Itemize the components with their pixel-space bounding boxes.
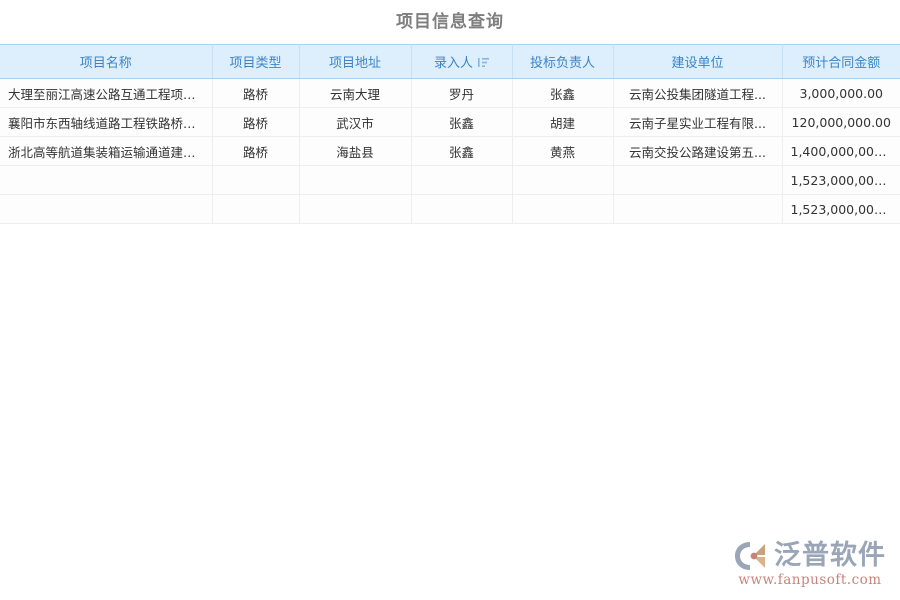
cell-total-amount: 1,523,000,000.00 <box>782 195 900 224</box>
column-header-label: 预计合同金额 <box>802 52 880 71</box>
page-title: 项目信息查询 <box>0 0 900 44</box>
cell-project-address: 武汉市 <box>299 108 411 137</box>
cell-estimated-contract-amount: 3,000,000.00 <box>782 79 900 108</box>
cell-entry-person <box>411 195 512 224</box>
project-info-table: 项目名称 项目类型 项目地址 录入人 <box>0 44 900 224</box>
cell-project-address <box>299 195 411 224</box>
column-header-label: 建设单位 <box>671 52 723 71</box>
cell-bid-manager[interactable]: 张鑫 <box>512 79 613 108</box>
column-header-project-name[interactable]: 项目名称 <box>0 45 212 79</box>
cell-project-name[interactable]: 大理至丽江高速公路互通工程项目土 <box>0 79 212 108</box>
column-header-label: 录入人 <box>434 52 473 71</box>
column-header-estimated-contract-amount[interactable]: 预计合同金额 <box>782 45 900 79</box>
cell-construction-unit <box>613 195 782 224</box>
cell-project-type: 路桥 <box>212 108 299 137</box>
cell-construction-unit: 云南公投集团隧道工程... <box>613 79 782 108</box>
column-header-label: 项目名称 <box>80 52 132 71</box>
cell-project-name[interactable]: 浙北高等航道集装箱运输通道建设工 <box>0 137 212 166</box>
cell-estimated-contract-amount: 120,000,000.00 <box>782 108 900 137</box>
cell-bid-manager[interactable]: 胡建 <box>512 108 613 137</box>
brand-logo-row: 泛普软件 <box>734 541 886 571</box>
column-header-construction-unit[interactable]: 建设单位 <box>613 45 782 79</box>
cell-project-name <box>0 195 212 224</box>
cell-project-type: 路桥 <box>212 79 299 108</box>
cell-entry-person[interactable]: 罗丹 <box>411 79 512 108</box>
cell-total-amount: 1,523,000,000.00 <box>782 166 900 195</box>
table-summary-row: 1,523,000,000.00 <box>0 195 900 224</box>
cell-bid-manager[interactable]: 黄燕 <box>512 137 613 166</box>
cell-construction-unit: 云南交投公路建设第五... <box>613 137 782 166</box>
fanpu-logo-icon <box>734 541 768 571</box>
cell-construction-unit: 云南子星实业工程有限... <box>613 108 782 137</box>
cell-project-name[interactable]: 襄阳市东西轴线道路工程铁路桥段的 <box>0 108 212 137</box>
table-body: 大理至丽江高速公路互通工程项目土 路桥 云南大理 罗丹 张鑫 云南公投集团隧道工… <box>0 79 900 224</box>
cell-estimated-contract-amount: 1,400,000,000.00 <box>782 137 900 166</box>
cell-entry-person <box>411 166 512 195</box>
cell-project-type: 路桥 <box>212 137 299 166</box>
cell-project-name <box>0 166 212 195</box>
table-row[interactable]: 大理至丽江高速公路互通工程项目土 路桥 云南大理 罗丹 张鑫 云南公投集团隧道工… <box>0 79 900 108</box>
cell-project-type <box>212 195 299 224</box>
column-header-project-type[interactable]: 项目类型 <box>212 45 299 79</box>
cell-entry-person[interactable]: 张鑫 <box>411 137 512 166</box>
cell-construction-unit <box>613 166 782 195</box>
cell-entry-person[interactable]: 张鑫 <box>411 108 512 137</box>
cell-project-address <box>299 166 411 195</box>
column-header-label: 项目类型 <box>229 52 281 71</box>
brand-watermark: 泛普软件 www.fanpusoft.com <box>734 541 886 588</box>
cell-bid-manager <box>512 166 613 195</box>
column-header-label: 投标负责人 <box>530 52 595 71</box>
brand-url: www.fanpusoft.com <box>738 572 881 588</box>
sort-ascending-icon[interactable] <box>478 57 489 68</box>
column-header-bid-manager[interactable]: 投标负责人 <box>512 45 613 79</box>
cell-project-type <box>212 166 299 195</box>
column-header-label: 项目地址 <box>329 52 381 71</box>
cell-bid-manager <box>512 195 613 224</box>
table-row[interactable]: 襄阳市东西轴线道路工程铁路桥段的 路桥 武汉市 张鑫 胡建 云南子星实业工程有限… <box>0 108 900 137</box>
cell-project-address: 云南大理 <box>299 79 411 108</box>
table-summary-row: 1,523,000,000.00 <box>0 166 900 195</box>
cell-project-address: 海盐县 <box>299 137 411 166</box>
brand-name: 泛普软件 <box>774 541 886 571</box>
table-row[interactable]: 浙北高等航道集装箱运输通道建设工 路桥 海盐县 张鑫 黄燕 云南交投公路建设第五… <box>0 137 900 166</box>
column-header-project-address[interactable]: 项目地址 <box>299 45 411 79</box>
table-header-row: 项目名称 项目类型 项目地址 录入人 <box>0 45 900 79</box>
column-header-entry-person[interactable]: 录入人 <box>411 45 512 79</box>
